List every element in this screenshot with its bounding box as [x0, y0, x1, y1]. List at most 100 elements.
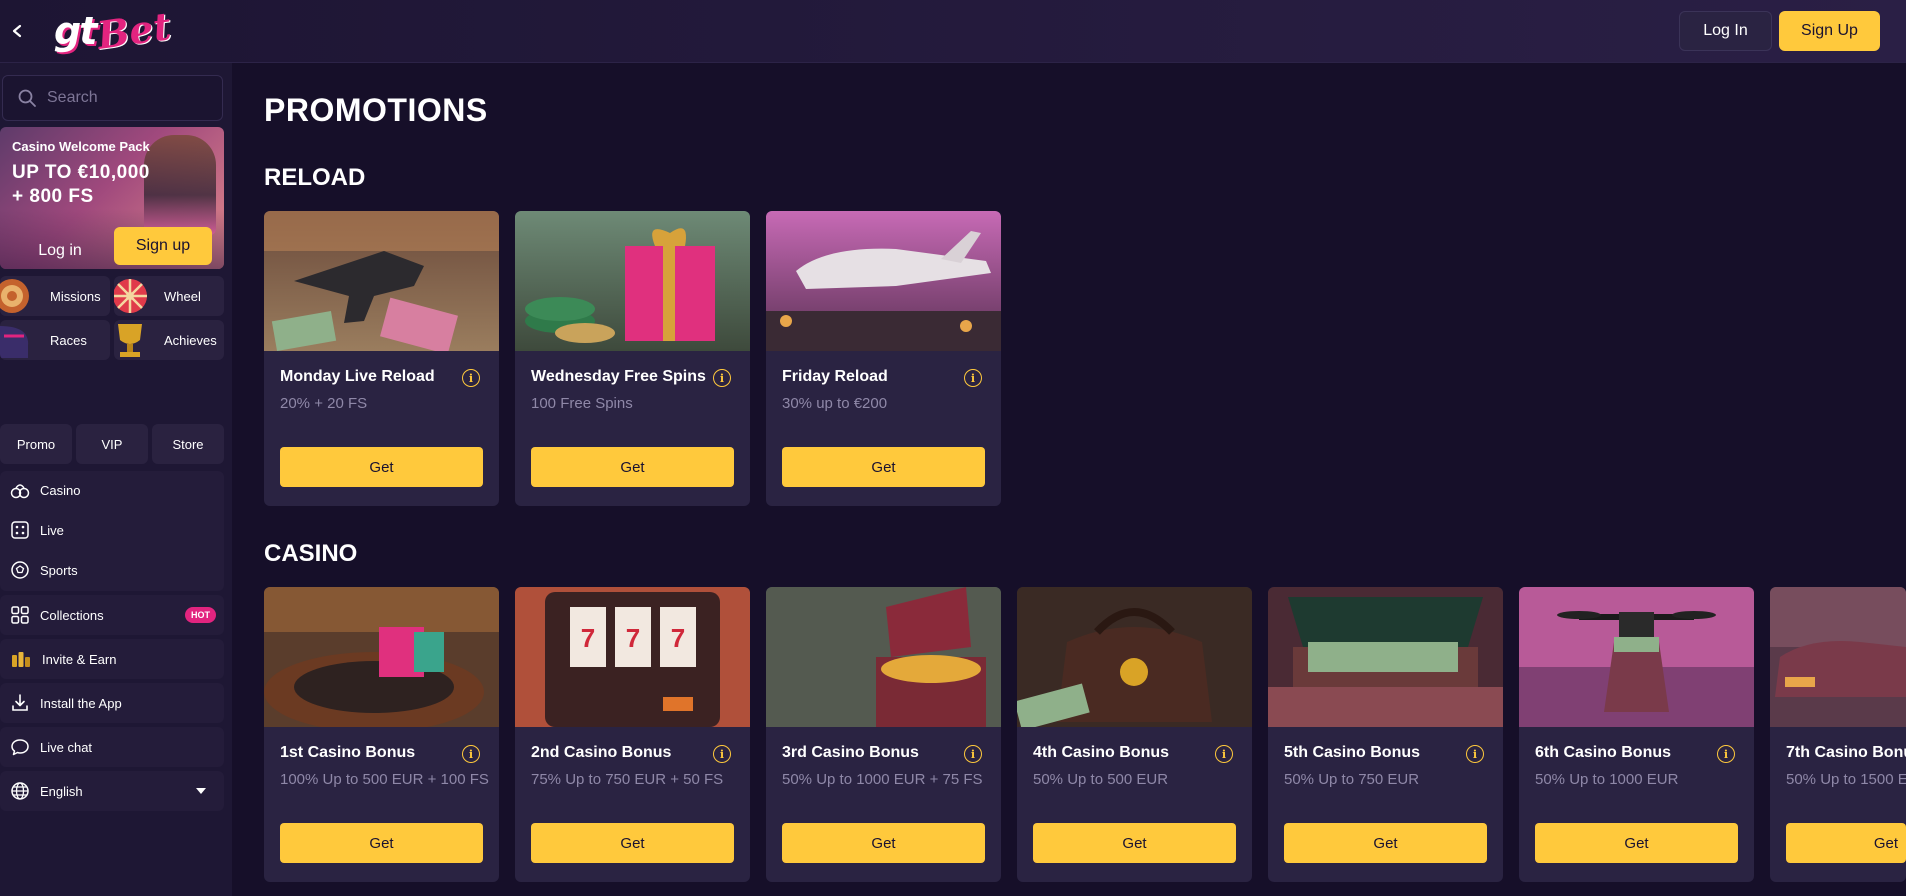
info-icon[interactable]: i [462, 745, 480, 763]
svg-text:7: 7 [581, 623, 595, 653]
pill-store[interactable]: Store [152, 424, 224, 464]
collections-grid-icon [11, 606, 29, 624]
tile-label: Missions [50, 288, 101, 304]
promo-title: 7th Casino Bonus [1786, 744, 1906, 761]
language-label: English [40, 783, 83, 799]
get-button[interactable]: Get [1535, 823, 1738, 863]
promo-title: 6th Casino Bonus [1535, 744, 1672, 761]
promo-image-roulette [264, 587, 499, 727]
page-title: PROMOTIONS [264, 92, 488, 128]
main-nav: Casino Live Sports [0, 471, 224, 591]
promo-card[interactable]: 1st Casino Bonus i 100% Up to 500 EUR + … [264, 587, 499, 882]
get-button[interactable]: Get [782, 823, 985, 863]
promo-image-treasure-chest [766, 587, 1001, 727]
nav-label: Live chat [40, 739, 93, 755]
welcome-amount-line1: UP TO €10,000 [12, 162, 150, 183]
promo-subtitle: 50% Up to 1000 EUR + 75 FS [782, 771, 983, 788]
back-chevron-icon[interactable] [6, 14, 28, 48]
info-icon[interactable]: i [462, 369, 480, 387]
promo-subtitle: 100% Up to 500 EUR + 100 FS [280, 771, 489, 788]
login-button[interactable]: Log In [1679, 11, 1772, 51]
nav-label: Collections [40, 607, 104, 623]
tile-missions[interactable]: Missions [0, 276, 110, 316]
sports-ball-icon [11, 561, 29, 579]
site-logo[interactable]: gt Bet [54, 3, 174, 58]
top-bar: gt Bet Log In Sign Up [0, 0, 1906, 63]
tile-wheel[interactable]: Wheel [114, 276, 224, 316]
promo-title: 1st Casino Bonus [280, 744, 416, 761]
tile-achieves[interactable]: Achieves [114, 320, 224, 360]
nav-label: Live [40, 522, 64, 538]
promo-title: 2nd Casino Bonus [531, 744, 672, 761]
pill-vip[interactable]: VIP [76, 424, 148, 464]
welcome-login-button[interactable]: Log in [12, 233, 108, 269]
pill-promo[interactable]: Promo [0, 424, 72, 464]
info-icon[interactable]: i [1215, 745, 1233, 763]
promo-subtitle: 30% up to €200 [782, 395, 888, 412]
language-selector[interactable]: English [0, 771, 224, 811]
promo-card[interactable]: 7 7 7 2nd Casino Bonus i 75% Up to 750 E… [515, 587, 750, 882]
get-button[interactable]: Get [280, 447, 483, 487]
promo-card[interactable]: 7th Casino Bonus 50% Up to 1500 EUR Get [1770, 587, 1906, 882]
target-icon [0, 279, 29, 313]
promo-card[interactable]: Friday Reload i 30% up to €200 Get [766, 211, 1001, 506]
nav-sports[interactable]: Sports [0, 551, 224, 589]
promo-title: Friday Reload [782, 368, 888, 385]
section-title-reload: RELOAD [264, 164, 366, 191]
get-button[interactable]: Get [280, 823, 483, 863]
info-icon[interactable]: i [1466, 745, 1484, 763]
get-button[interactable]: Get [531, 823, 734, 863]
nav-live[interactable]: Live [0, 511, 224, 549]
get-button[interactable]: Get [531, 447, 734, 487]
nav-label: Install the App [40, 695, 122, 711]
race-helmet-icon [0, 326, 29, 358]
search-icon [18, 89, 36, 107]
promo-card[interactable]: 4th Casino Bonus i 50% Up to 500 EUR Get [1017, 587, 1252, 882]
welcome-pack-banner[interactable]: Casino Welcome Pack UP TO €10,000 + 800 … [0, 127, 224, 269]
nav-live-chat[interactable]: Live chat [0, 727, 224, 767]
signup-button[interactable]: Sign Up [1779, 11, 1880, 51]
nav-invite-earn[interactable]: Invite & Earn [0, 639, 224, 679]
get-button[interactable]: Get [1033, 823, 1236, 863]
info-icon[interactable]: i [964, 369, 982, 387]
logo-text-bet: Bet [94, 3, 175, 58]
promo-subtitle: 50% Up to 1000 EUR [1535, 771, 1679, 788]
promo-image-car-trunk [1268, 587, 1503, 727]
tile-label: Races [50, 332, 87, 348]
promo-card[interactable]: Wednesday Free Spins i 100 Free Spins Ge… [515, 211, 750, 506]
nav-install-app[interactable]: Install the App [0, 683, 224, 723]
live-dice-icon [11, 521, 29, 539]
get-button[interactable]: Get [782, 447, 985, 487]
welcome-title: Casino Welcome Pack [12, 139, 150, 154]
welcome-signup-button[interactable]: Sign up [114, 227, 212, 265]
get-button[interactable]: Get [1284, 823, 1487, 863]
promo-subtitle: 50% Up to 1500 EUR [1786, 771, 1906, 788]
promo-card[interactable]: 3rd Casino Bonus i 50% Up to 1000 EUR + … [766, 587, 1001, 882]
tile-label: Wheel [164, 288, 201, 304]
nav-label: Sports [40, 562, 78, 578]
promo-subtitle: 20% + 20 FS [280, 395, 368, 412]
get-button[interactable]: Get [1786, 823, 1906, 863]
promo-card[interactable]: Monday Live Reload i 20% + 20 FS Get [264, 211, 499, 506]
info-icon[interactable]: i [1717, 745, 1735, 763]
info-icon[interactable]: i [964, 745, 982, 763]
promo-card[interactable]: 5th Casino Bonus i 50% Up to 750 EUR Get [1268, 587, 1503, 882]
promo-image-jet [766, 211, 1001, 351]
tile-races[interactable]: Races [0, 320, 110, 360]
welcome-amount: UP TO €10,000 + 800 FS [12, 161, 150, 209]
info-icon[interactable]: i [713, 369, 731, 387]
search-input[interactable]: Search [2, 75, 223, 121]
chevron-down-icon [196, 788, 206, 794]
promo-card[interactable]: 6th Casino Bonus i 50% Up to 1000 EUR Ge… [1519, 587, 1754, 882]
casino-icon [10, 484, 30, 499]
welcome-amount-line2: + 800 FS [12, 186, 94, 207]
nav-casino[interactable]: Casino [0, 471, 224, 509]
promo-image-money-bag [1017, 587, 1252, 727]
nav-collections[interactable]: Collections HOT [0, 595, 224, 635]
promo-title: 3rd Casino Bonus [782, 744, 919, 761]
svg-text:7: 7 [626, 623, 640, 653]
svg-text:7: 7 [671, 623, 685, 653]
promo-subtitle: 50% Up to 500 EUR [1033, 771, 1169, 788]
nav-label: Casino [40, 482, 81, 498]
info-icon[interactable]: i [713, 745, 731, 763]
